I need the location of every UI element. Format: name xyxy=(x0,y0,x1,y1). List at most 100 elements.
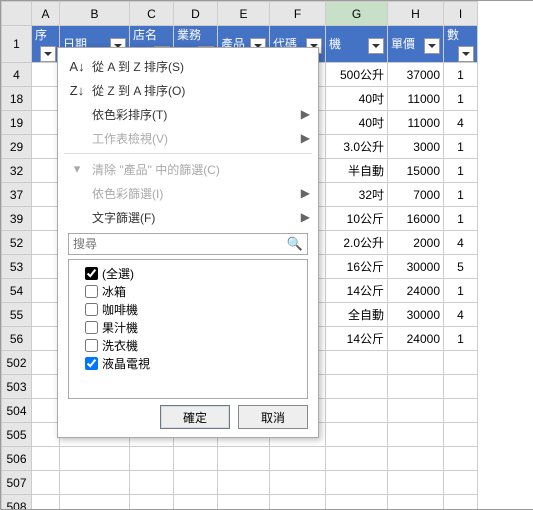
filter-icon[interactable] xyxy=(424,38,440,54)
filter-value-item[interactable]: 液晶電視 xyxy=(71,354,305,372)
cell[interactable] xyxy=(444,375,478,399)
cell[interactable] xyxy=(60,447,130,471)
cell[interactable]: 1 xyxy=(444,183,478,207)
col-I[interactable]: I xyxy=(444,2,478,26)
cell[interactable]: 全自動 xyxy=(326,303,388,327)
checkbox[interactable] xyxy=(85,321,98,334)
cell[interactable] xyxy=(388,423,444,447)
checkbox[interactable] xyxy=(85,285,98,298)
cell[interactable] xyxy=(32,87,60,111)
col-G[interactable]: G xyxy=(326,2,388,26)
col-H[interactable]: H xyxy=(388,2,444,26)
cell[interactable]: 4 xyxy=(444,111,478,135)
cell[interactable]: 37000 xyxy=(388,63,444,87)
row-header[interactable]: 19 xyxy=(2,111,32,135)
cell[interactable] xyxy=(326,351,388,375)
cell[interactable]: 1 xyxy=(444,63,478,87)
cell[interactable] xyxy=(444,471,478,495)
cell[interactable]: 24000 xyxy=(388,279,444,303)
cell[interactable]: 30000 xyxy=(388,255,444,279)
row-header[interactable]: 29 xyxy=(2,135,32,159)
filter-icon[interactable] xyxy=(458,46,474,62)
cell[interactable] xyxy=(218,447,270,471)
cell[interactable] xyxy=(32,399,60,423)
cell[interactable] xyxy=(32,327,60,351)
cell[interactable]: 40吋 xyxy=(326,111,388,135)
filter-icon[interactable] xyxy=(368,38,384,54)
cell[interactable] xyxy=(444,447,478,471)
cell[interactable] xyxy=(388,399,444,423)
cell[interactable]: 1 xyxy=(444,207,478,231)
cell[interactable] xyxy=(388,471,444,495)
col-F[interactable]: F xyxy=(270,2,326,26)
row-header[interactable]: 32 xyxy=(2,159,32,183)
row-header[interactable]: 502 xyxy=(2,351,32,375)
cell[interactable]: 7000 xyxy=(388,183,444,207)
cell[interactable]: 16公斤 xyxy=(326,255,388,279)
cell[interactable]: 10公斤 xyxy=(326,207,388,231)
cell[interactable] xyxy=(388,375,444,399)
cell[interactable] xyxy=(32,159,60,183)
row-header[interactable]: 39 xyxy=(2,207,32,231)
cell[interactable]: 2.0公升 xyxy=(326,231,388,255)
cell[interactable] xyxy=(326,375,388,399)
cell[interactable]: 1 xyxy=(444,159,478,183)
row-header[interactable]: 507 xyxy=(2,471,32,495)
text-filter[interactable]: 文字篩選(F)▶ xyxy=(58,205,318,229)
cell[interactable] xyxy=(174,447,218,471)
row-header[interactable]: 53 xyxy=(2,255,32,279)
filter-value-item[interactable]: (全選) xyxy=(71,264,305,282)
cell[interactable] xyxy=(444,423,478,447)
cell[interactable]: 32吋 xyxy=(326,183,388,207)
cell[interactable] xyxy=(326,447,388,471)
sort-desc[interactable]: Z↓從 Z 到 A 排序(O) xyxy=(58,78,318,102)
cell[interactable]: 11000 xyxy=(388,111,444,135)
sort-by-color[interactable]: 依色彩排序(T)▶ xyxy=(58,102,318,126)
cell[interactable] xyxy=(388,447,444,471)
col-A[interactable]: A xyxy=(32,2,60,26)
cell[interactable]: 11000 xyxy=(388,87,444,111)
cell[interactable]: 2000 xyxy=(388,231,444,255)
row-header[interactable]: 506 xyxy=(2,447,32,471)
cell[interactable] xyxy=(444,351,478,375)
hdr-G[interactable]: 機 xyxy=(326,26,388,63)
cell[interactable] xyxy=(174,471,218,495)
cell[interactable] xyxy=(60,471,130,495)
filter-value-item[interactable]: 冰箱 xyxy=(71,282,305,300)
cell[interactable]: 1 xyxy=(444,135,478,159)
cell[interactable] xyxy=(32,255,60,279)
cancel-button[interactable]: 取消 xyxy=(238,405,308,429)
cell[interactable]: 3.0公升 xyxy=(326,135,388,159)
filter-value-item[interactable]: 洗衣機 xyxy=(71,336,305,354)
cell[interactable]: 14公斤 xyxy=(326,279,388,303)
cell[interactable]: 4 xyxy=(444,231,478,255)
filter-value-item[interactable]: 果汁機 xyxy=(71,318,305,336)
cell[interactable]: 4 xyxy=(444,303,478,327)
cell[interactable] xyxy=(32,351,60,375)
row-header[interactable]: 18 xyxy=(2,87,32,111)
cell[interactable]: 1 xyxy=(444,87,478,111)
cell[interactable] xyxy=(326,471,388,495)
cell[interactable] xyxy=(218,471,270,495)
cell[interactable] xyxy=(32,471,60,495)
checkbox[interactable] xyxy=(85,357,98,370)
cell[interactable]: 16000 xyxy=(388,207,444,231)
cell[interactable]: 半自動 xyxy=(326,159,388,183)
cell[interactable] xyxy=(270,447,326,471)
search-input[interactable] xyxy=(68,233,308,255)
hdr-H[interactable]: 單價 xyxy=(388,26,444,63)
cell[interactable] xyxy=(444,399,478,423)
col-C[interactable]: C xyxy=(130,2,174,26)
filter-value-item[interactable]: 咖啡機 xyxy=(71,300,305,318)
row-header[interactable]: 4 xyxy=(2,63,32,87)
checkbox[interactable] xyxy=(85,267,98,280)
cell[interactable]: 3000 xyxy=(388,135,444,159)
cell[interactable] xyxy=(32,63,60,87)
col-D[interactable]: D xyxy=(174,2,218,26)
cell[interactable] xyxy=(32,303,60,327)
row-header[interactable]: 37 xyxy=(2,183,32,207)
row-header[interactable]: 55 xyxy=(2,303,32,327)
cell[interactable]: 500公升 xyxy=(326,63,388,87)
cell[interactable] xyxy=(326,399,388,423)
col-E[interactable]: E xyxy=(218,2,270,26)
